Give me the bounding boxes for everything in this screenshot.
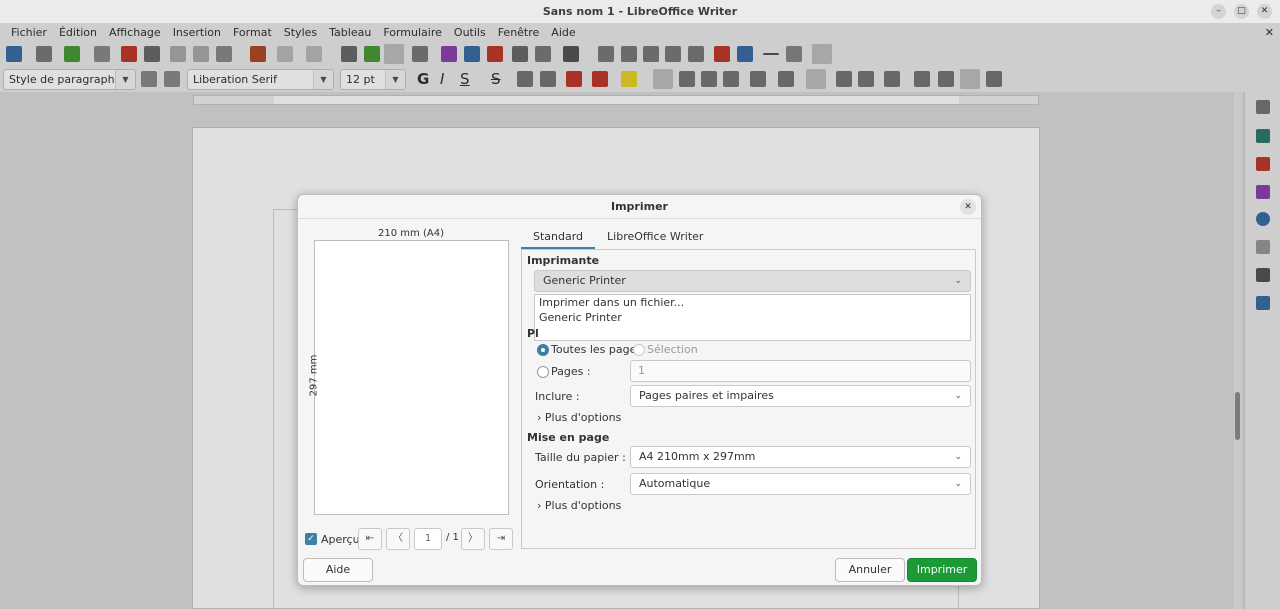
minimize-icon[interactable]: –	[1211, 4, 1226, 19]
checkbox-checked-icon[interactable]: ✓	[305, 533, 317, 545]
layout-more-options-label: Plus d'options	[544, 499, 622, 512]
help-button[interactable]: Aide	[303, 558, 373, 582]
orientation-select[interactable]: Automatique ⌄	[630, 473, 971, 495]
printer-option-generic[interactable]: Generic Printer	[539, 311, 622, 324]
window-titlebar: Sans nom 1 - LibreOffice Writer – □ ✕	[0, 0, 1280, 23]
chevron-down-icon: ⌄	[954, 276, 962, 286]
printer-heading: Imprimante	[527, 254, 600, 267]
selection-radio[interactable]	[633, 344, 645, 356]
preview-checkbox-label: Aperçu	[321, 532, 360, 546]
print-button[interactable]: Imprimer	[907, 558, 977, 582]
chevron-right-icon: ›	[537, 411, 542, 424]
window-title: Sans nom 1 - LibreOffice Writer	[542, 5, 738, 18]
pages-label: Pages :	[551, 365, 591, 378]
orientation-value: Automatique	[639, 477, 711, 490]
paper-size-label: Taille du papier :	[535, 451, 626, 464]
layout-heading: Mise en page	[527, 431, 610, 444]
all-pages-radio[interactable]	[537, 344, 549, 356]
preview-height-label: 297 mm	[308, 354, 320, 397]
orientation-label: Orientation :	[535, 478, 605, 491]
printer-dropdown-list: Imprimer dans un fichier... Generic Prin…	[534, 294, 971, 341]
include-label: Inclure :	[535, 390, 580, 403]
next-page-button[interactable]: 〉	[461, 528, 485, 550]
print-dialog: Imprimer ✕ 210 mm (A4) 297 mm ✓ Aperçu ⇤…	[297, 194, 982, 586]
chevron-down-icon: ⌄	[954, 452, 962, 462]
close-icon[interactable]: ✕	[960, 199, 976, 215]
tab-libreoffice-writer[interactable]: LibreOffice Writer	[595, 225, 715, 249]
range-heading: Pl	[527, 327, 539, 340]
last-page-button[interactable]: ⇥	[489, 528, 513, 550]
close-window-icon[interactable]: ✕	[1257, 4, 1272, 19]
paper-size-value: A4 210mm x 297mm	[639, 450, 756, 463]
dialog-tabs: Standard LibreOffice Writer	[521, 225, 976, 250]
chevron-right-icon: ›	[537, 499, 542, 512]
maximize-icon[interactable]: □	[1234, 4, 1249, 19]
printer-selected-value: Generic Printer	[543, 274, 626, 287]
tab-standard[interactable]: Standard	[521, 225, 596, 249]
printer-option-print-to-file[interactable]: Imprimer dans un fichier...	[539, 296, 684, 309]
cancel-button[interactable]: Annuler	[835, 558, 905, 582]
dialog-title: Imprimer	[298, 195, 981, 219]
chevron-down-icon: ⌄	[954, 479, 962, 489]
window-controls: – □ ✕	[1211, 4, 1272, 19]
all-pages-label: Toutes les pages	[551, 343, 643, 356]
pages-input[interactable]: 1	[630, 360, 971, 382]
preview-width-label: 210 mm (A4)	[378, 228, 444, 239]
printer-select[interactable]: Generic Printer ⌄	[534, 270, 971, 292]
pages-radio[interactable]	[537, 366, 549, 378]
include-value: Pages paires et impaires	[639, 389, 774, 402]
page-total-label: / 1	[446, 532, 459, 543]
selection-label: Sélection	[647, 343, 698, 356]
page-number-field[interactable]: 1	[414, 528, 442, 550]
paper-size-select[interactable]: A4 210mm x 297mm ⌄	[630, 446, 971, 468]
layout-more-options-expander[interactable]: › Plus d'options	[537, 499, 621, 512]
range-more-options-label: Plus d'options	[544, 411, 622, 424]
first-page-button[interactable]: ⇤	[358, 528, 382, 550]
chevron-down-icon: ⌄	[954, 391, 962, 401]
print-preview	[314, 240, 509, 515]
include-select[interactable]: Pages paires et impaires ⌄	[630, 385, 971, 407]
previous-page-button[interactable]: 〈	[386, 528, 410, 550]
range-more-options-expander[interactable]: › Plus d'options	[537, 411, 621, 424]
preview-toggle[interactable]: ✓ Aperçu	[305, 528, 360, 550]
